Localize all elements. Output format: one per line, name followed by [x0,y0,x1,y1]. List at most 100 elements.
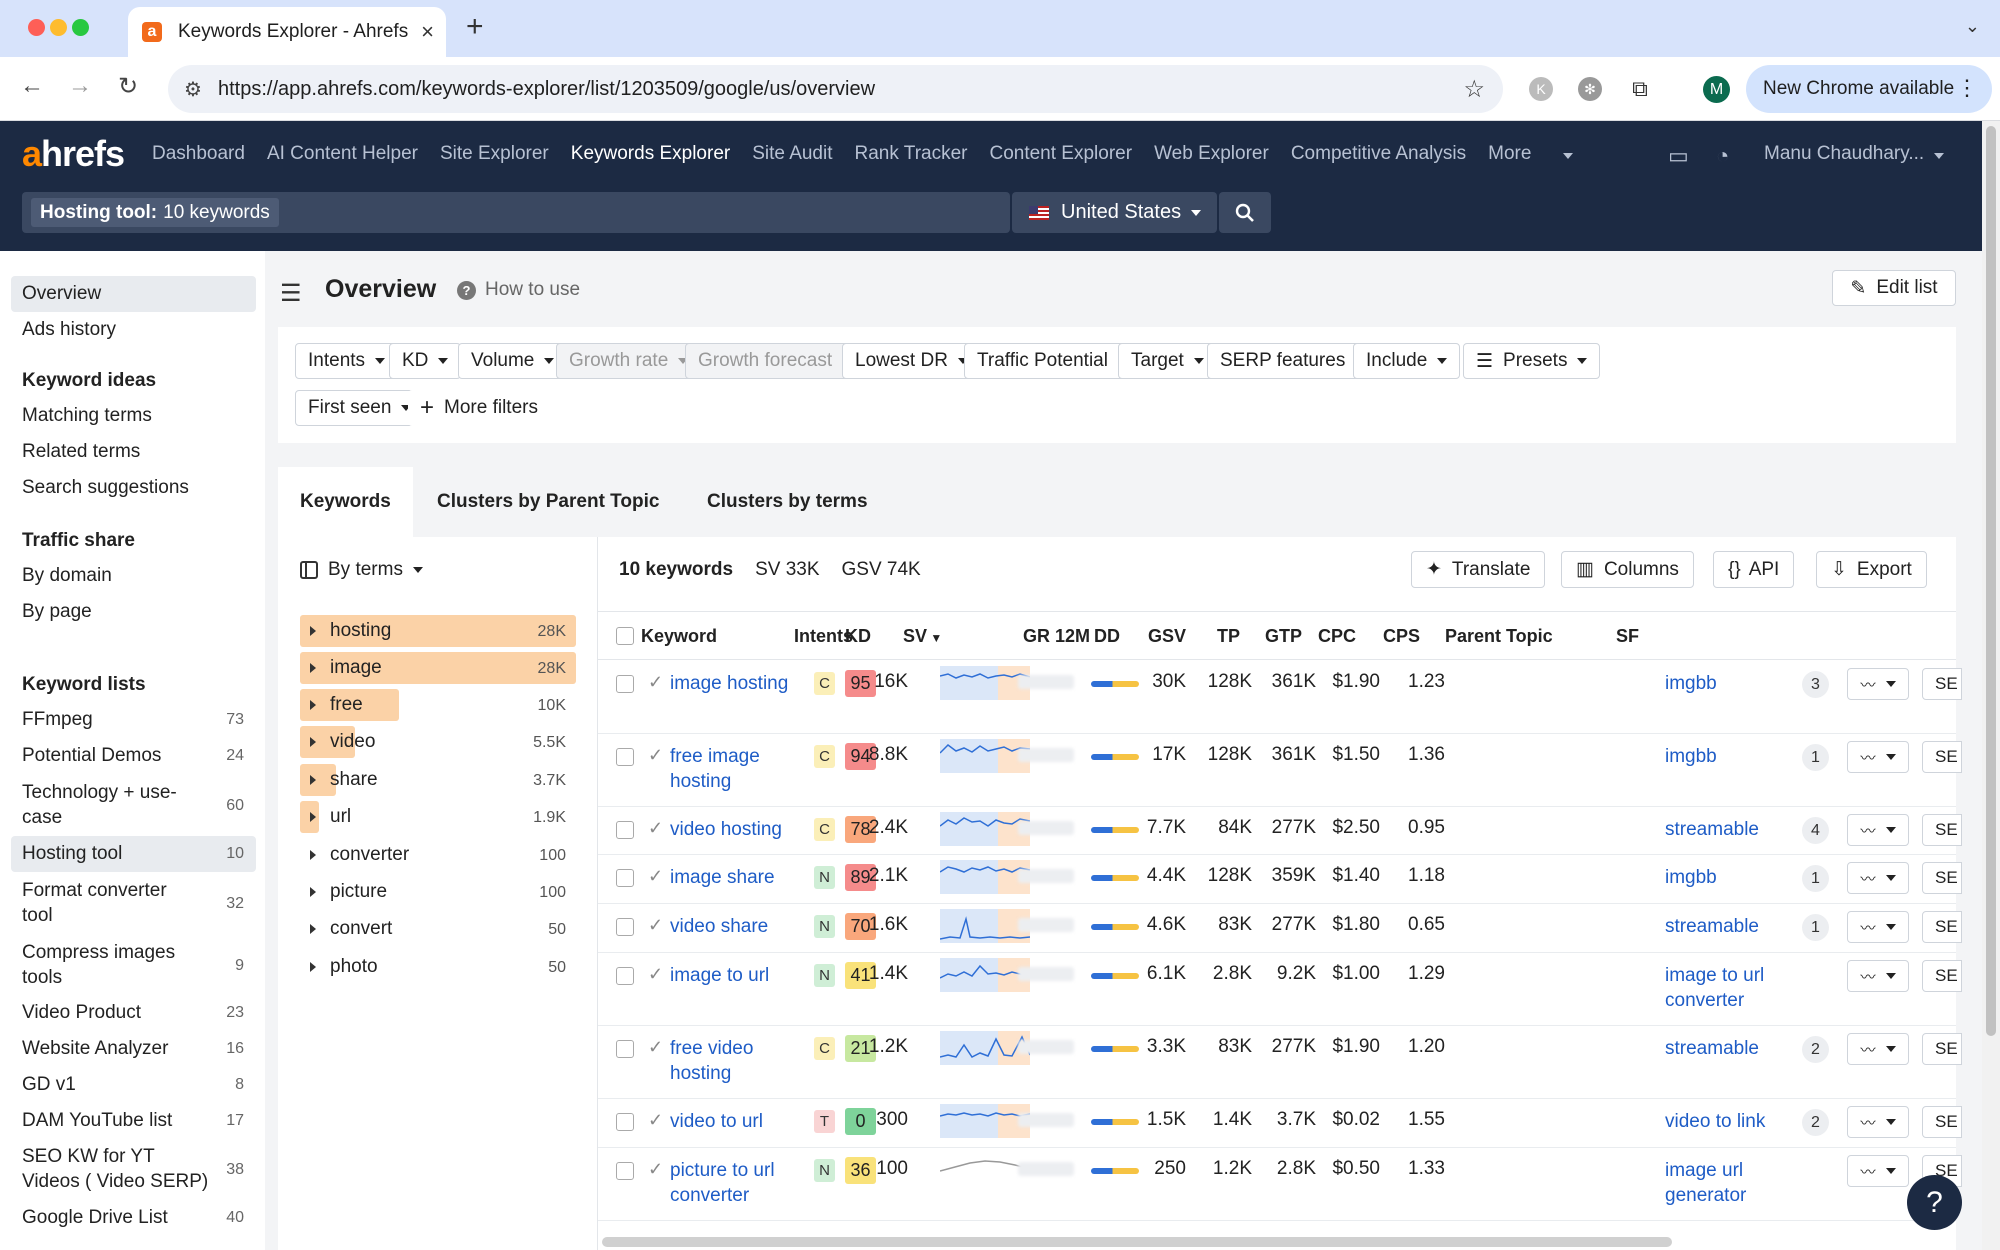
sv-sparkline[interactable] [940,739,1030,773]
col-sf[interactable]: SF [1616,626,1639,647]
row-checkbox[interactable] [616,1113,634,1131]
country-select[interactable]: United States [1012,192,1217,233]
sidebar-list-video-product[interactable]: Video Product 23 [11,995,256,1031]
expand-triangle-icon[interactable] [310,775,316,785]
new-chrome-available-button[interactable]: New Chrome available ⋮ [1746,65,1992,113]
tab-clusters-parent-topic[interactable]: Clusters by Parent Topic [437,467,659,537]
row-checkbox[interactable] [616,918,634,936]
nav-ai-content-helper[interactable]: AI Content Helper [267,143,418,165]
filter-intents[interactable]: Intents [295,343,399,379]
keyword-link[interactable]: free image hosting [670,744,805,794]
trend-dropdown[interactable]: 〰 [1847,668,1909,700]
term-row[interactable]: convert 50 [300,913,576,945]
table-horizontal-scrollbar[interactable] [602,1237,1672,1247]
filter-lowest-dr[interactable]: Lowest DR [842,343,981,379]
keyword-link[interactable]: video hosting [670,817,805,842]
parent-topic-link[interactable]: streamable [1665,914,1785,939]
keyword-link[interactable]: video to url [670,1109,805,1134]
tab-keywords[interactable]: Keywords [278,467,413,537]
sidebar-list-ffmpeg[interactable]: FFmpeg 73 [11,702,256,738]
sidebar-list-hosting-tool[interactable]: Hosting tool 10 [11,836,256,872]
tab-search-chevron-icon[interactable]: ⌄ [1965,16,1980,37]
term-row[interactable]: photo 50 [300,951,576,983]
expand-triangle-icon[interactable] [310,626,316,636]
profile-avatar[interactable]: M [1703,76,1730,103]
filter-growth-forecast[interactable]: Growth forecast [685,343,866,379]
nav-competitive-analysis[interactable]: Competitive Analysis [1291,143,1466,165]
check-icon[interactable]: ✓ [648,745,663,766]
export-button[interactable]: ⇩ Export [1816,551,1927,588]
select-all-checkbox[interactable] [616,627,634,645]
translate-button[interactable]: ✦ Translate [1411,551,1546,588]
trend-dropdown[interactable]: 〰 [1847,911,1909,943]
parent-topic-link[interactable]: video to link [1665,1109,1785,1134]
parent-topic-link[interactable]: imgbb [1665,865,1785,890]
col-gr12m[interactable]: GR 12M [1023,626,1090,647]
trend-dropdown[interactable]: 〰 [1847,1155,1909,1187]
sidebar-list-google-drive[interactable]: Google Drive List 40 [11,1200,256,1236]
parent-topic-link[interactable]: imgbb [1665,744,1785,769]
presets-button[interactable]: ☰ Presets [1463,343,1601,379]
menu-icon[interactable]: ☰ [280,279,302,308]
reload-icon[interactable]: ↻ [118,72,138,101]
term-row[interactable]: picture 100 [300,876,576,908]
row-checkbox[interactable] [616,748,634,766]
filter-target[interactable]: Target [1118,343,1217,379]
col-keyword[interactable]: Keyword [641,626,717,647]
tab-clusters-terms[interactable]: Clusters by terms [707,467,868,537]
nav-more[interactable]: More [1488,143,1595,165]
sidebar-item-overview[interactable]: Overview [11,276,256,312]
help-button[interactable]: ? [1907,1175,1962,1230]
edit-list-button[interactable]: ✎ Edit list [1832,270,1956,306]
sf-count[interactable]: 1 [1802,865,1829,892]
check-icon[interactable]: ✓ [648,964,663,985]
how-to-use-link[interactable]: ? How to use [457,279,580,301]
row-checkbox[interactable] [616,967,634,985]
sidebar-item-related-terms[interactable]: Related terms [11,434,256,470]
trend-dropdown[interactable]: 〰 [1847,814,1909,846]
sv-sparkline[interactable] [940,666,1030,700]
nav-web-explorer[interactable]: Web Explorer [1154,143,1269,165]
nav-dashboard[interactable]: Dashboard [152,143,245,165]
close-window-icon[interactable] [28,19,45,36]
filter-traffic-potential[interactable]: Traffic Potential [964,343,1141,379]
term-row[interactable]: converter 100 [300,839,576,871]
nav-keywords-explorer[interactable]: Keywords Explorer [571,143,730,165]
close-tab-icon[interactable]: × [421,19,434,45]
serp-button[interactable]: SE [1922,911,1962,943]
col-parent-topic[interactable]: Parent Topic [1445,626,1553,647]
speed-icon[interactable]: ◔ [1716,143,1729,169]
keyword-link[interactable]: video share [670,914,805,939]
check-icon[interactable]: ✓ [648,1159,663,1180]
api-button[interactable]: {} API [1713,551,1795,588]
trend-dropdown[interactable]: 〰 [1847,1033,1909,1065]
sidebar-list-format-converter-tool[interactable]: Format converter tool 32 [11,878,256,928]
parent-topic-link[interactable]: image url generator [1665,1158,1785,1208]
serp-button[interactable]: SE [1922,862,1962,894]
browser-tab[interactable]: a Keywords Explorer - Ahrefs × [128,7,446,57]
filter-include[interactable]: Include [1353,343,1461,379]
check-icon[interactable]: ✓ [648,818,663,839]
filter-kd[interactable]: KD [389,343,462,379]
expand-triangle-icon[interactable] [310,887,316,897]
sidebar-list-seo-kw-yt[interactable]: SEO KW for YT Videos ( Video SERP) 38 [11,1144,256,1194]
serp-button[interactable]: SE [1922,1033,1962,1065]
parent-topic-link[interactable]: image to url converter [1665,963,1785,1013]
scrollbar-thumb[interactable] [1986,126,1996,1036]
check-icon[interactable]: ✓ [648,1110,663,1131]
new-tab-icon[interactable]: + [466,10,484,44]
col-dd[interactable]: DD [1094,626,1120,647]
columns-button[interactable]: ▥ Columns [1561,551,1694,588]
check-icon[interactable]: ✓ [648,672,663,693]
trend-dropdown[interactable]: 〰 [1847,1106,1909,1138]
sidebar-item-search-suggestions[interactable]: Search suggestions [11,470,256,506]
serp-button[interactable]: SE [1922,814,1962,846]
maximize-window-icon[interactable] [72,19,89,36]
trend-dropdown[interactable]: 〰 [1847,862,1909,894]
col-cps[interactable]: CPS [1383,626,1420,647]
extension-k-icon[interactable]: K [1529,77,1553,101]
term-row[interactable]: share 3.7K [300,764,576,796]
col-gtp[interactable]: GTP [1265,626,1302,647]
nav-rank-tracker[interactable]: Rank Tracker [855,143,968,165]
sidebar-list-compress-images-tools[interactable]: Compress images tools 9 [11,940,256,990]
